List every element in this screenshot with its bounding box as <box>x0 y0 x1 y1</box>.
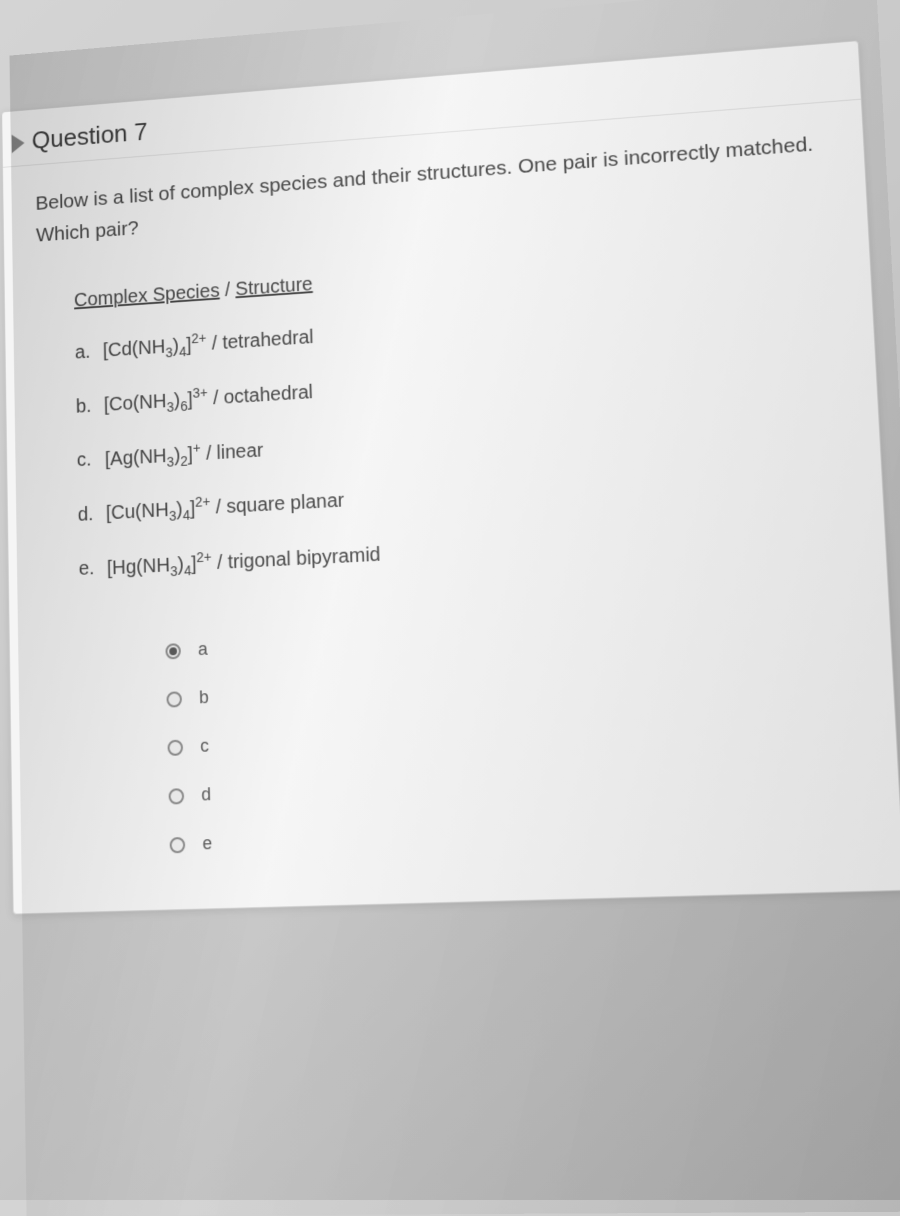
answer-options: a b c d e <box>165 596 865 870</box>
col-structure: Structure <box>235 274 313 300</box>
species-list: a.[Cd(NH3)4]2+ / tetrahedral b.[Co(NH3)6]… <box>75 288 849 583</box>
species-row-label: d. <box>78 503 107 527</box>
species-row-label: a. <box>75 340 103 364</box>
radio-button[interactable] <box>170 837 186 853</box>
option-label: e <box>202 834 212 855</box>
species-formula: [Cd(NH3)4]2+ / tetrahedral <box>103 323 314 364</box>
radio-button[interactable] <box>168 788 184 804</box>
species-row-label: b. <box>76 394 104 418</box>
option-label: c <box>200 736 209 757</box>
species-formula: [Co(NH3)6]3+ / octahedral <box>104 378 314 419</box>
question-body: Below is a list of complex species and t… <box>3 100 900 914</box>
species-row: d.[Cu(NH3)4]2+ / square planar <box>78 458 846 528</box>
species-formula: [Cu(NH3)4]2+ / square planar <box>106 486 345 527</box>
question-card: Question 7 Below is a list of complex sp… <box>1 40 900 915</box>
option-label: d <box>201 785 211 806</box>
option-label: b <box>199 688 209 709</box>
species-row-label: e. <box>79 557 108 581</box>
radio-button[interactable] <box>167 740 183 756</box>
species-row-label: c. <box>77 448 105 472</box>
species-formula: [Ag(NH3)2]+ / linear <box>105 436 264 473</box>
species-row: e.[Hg(NH3)4]2+ / trigonal bipyramid <box>79 516 849 583</box>
radio-button[interactable] <box>165 643 181 659</box>
radio-button[interactable] <box>166 691 182 707</box>
species-formula: [Hg(NH3)4]2+ / trigonal bipyramid <box>107 540 381 582</box>
option-label: a <box>198 639 208 660</box>
flag-icon[interactable] <box>12 133 25 153</box>
col-complex-species: Complex Species <box>74 281 220 312</box>
question-title: Question 7 <box>32 117 148 155</box>
